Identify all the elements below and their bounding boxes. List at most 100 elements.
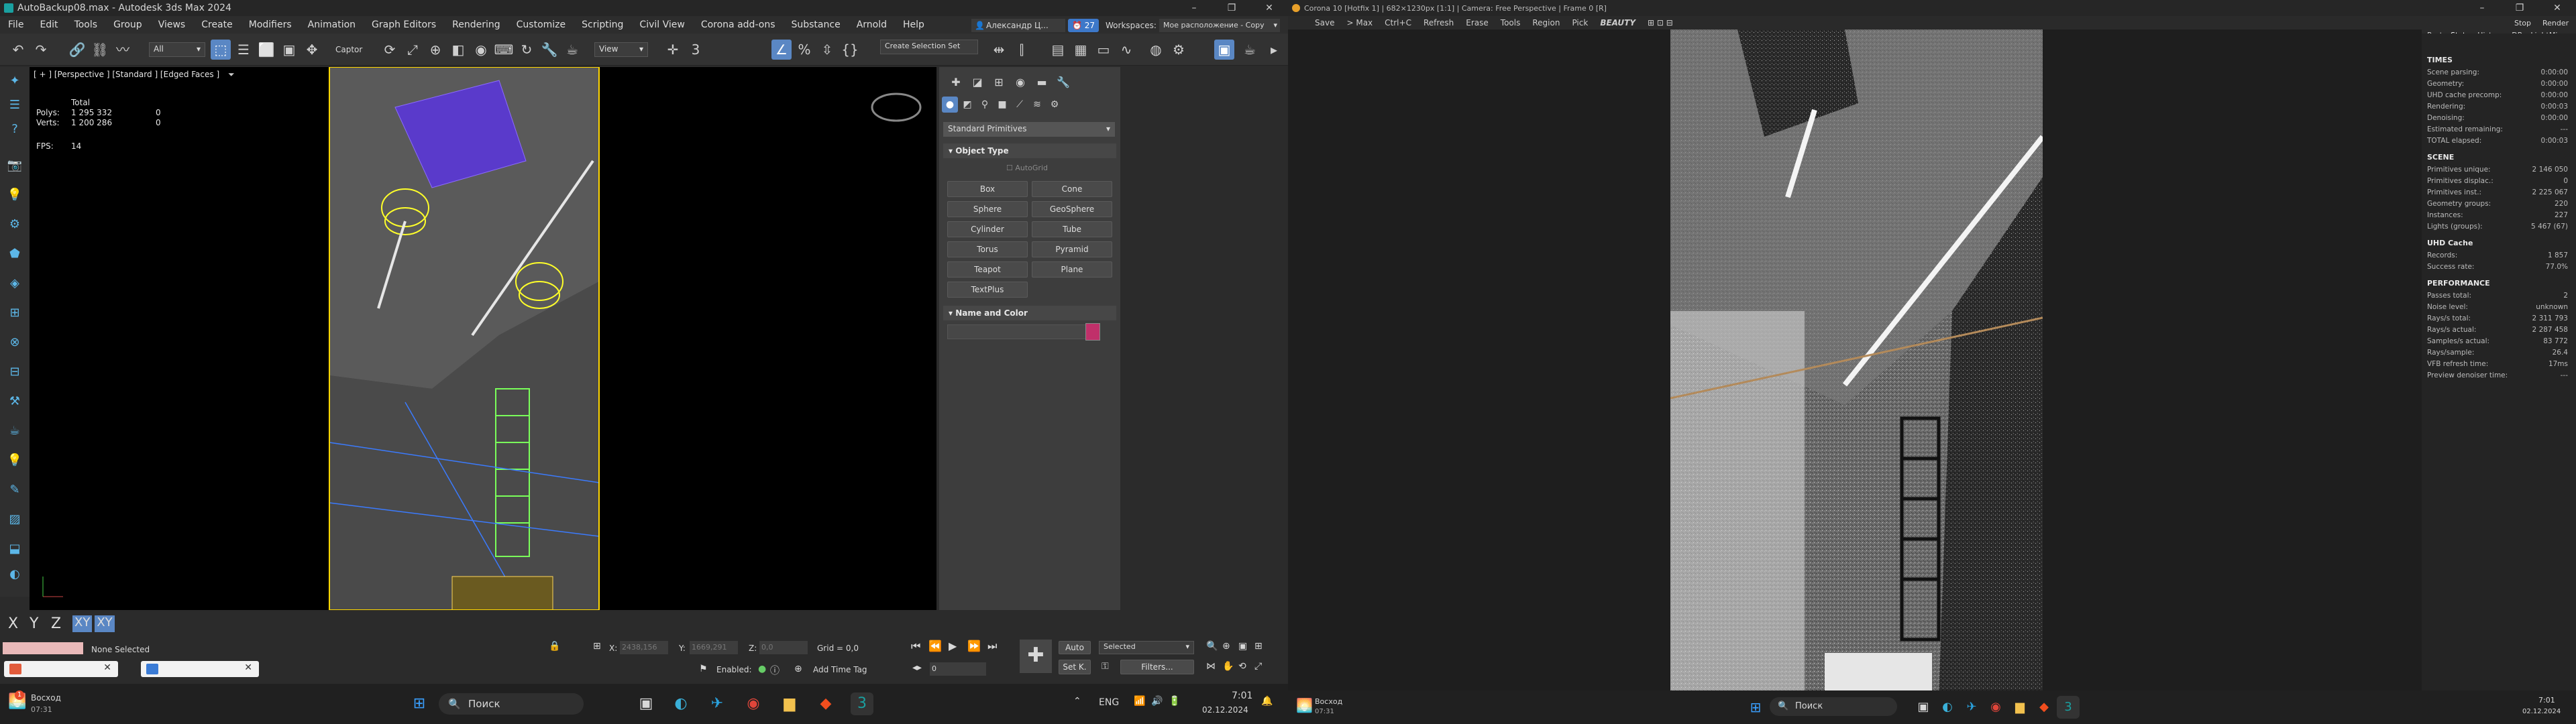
primitive-category-dropdown[interactable]: Standard Primitives ▾ [943,122,1115,137]
menu-corona-addons[interactable]: Corona add-ons [693,19,784,30]
max-taskbar-thumb-2[interactable]: ✕ [141,661,259,677]
start-icon[interactable]: ⊞ [408,692,431,715]
close-button[interactable]: ✕ [1250,0,1288,16]
edge-icon[interactable]: ◐ [669,692,692,715]
weather-icon[interactable]: 🌅 [1296,697,1313,713]
keyboard-shortcut-icon[interactable]: ⌨ [494,40,514,60]
maxscript-listener[interactable] [3,642,83,654]
vfb-pick-button[interactable]: Pick [1572,18,1588,27]
hierarchy-icon[interactable]: ⊞ [5,303,25,323]
taskbar-search[interactable]: 🔍 Поиск [439,693,584,715]
start-icon[interactable]: ⊞ [1744,696,1767,719]
shapes-icon[interactable]: ⬟ [5,244,25,264]
torus-button[interactable]: Torus [947,241,1028,257]
spacewarps-cat-icon[interactable]: ≋ [1029,97,1045,113]
edge-icon[interactable]: ◐ [1936,696,1959,719]
plane-button[interactable]: Plane [1032,261,1112,278]
helpers-cat-icon[interactable]: ⟋ [1012,97,1028,113]
adaptive-degradation-icon[interactable]: ⚑ [699,664,708,674]
paint-icon[interactable]: ▨ [5,509,25,530]
vfb-close-button[interactable]: ✕ [2538,0,2576,16]
cylinder-button[interactable]: Cylinder [947,221,1028,237]
task-view-icon[interactable]: ▣ [635,692,657,715]
auto-key-button[interactable]: Auto [1059,641,1091,654]
language-indicator[interactable]: ENG [1099,697,1119,708]
menu-graph-editors[interactable]: Graph Editors [364,19,444,30]
menu-scripting[interactable]: Scripting [574,19,631,30]
modify-tab-icon[interactable]: ◪ [967,72,987,93]
weather-text[interactable]: Восход [1315,697,1342,706]
modifier-icon[interactable]: ◈ [5,274,25,294]
teapot-icon[interactable]: ☕ [562,40,582,60]
set-key-big-button[interactable]: ✚ [1020,640,1052,673]
zoom-icon[interactable]: 🔍 [1206,641,1218,652]
max-taskbar-thumb-1[interactable]: ✕ [4,661,118,677]
key-icon[interactable]: ⚿ [1102,661,1109,672]
task-view-icon[interactable]: ▣ [1912,696,1935,719]
redo-icon[interactable]: ↷ [31,40,51,60]
sphere-tool-icon[interactable]: ◐ [5,564,25,585]
chrome-icon[interactable]: ◉ [1984,696,2007,719]
lock-icon[interactable]: 🔒 [549,641,560,652]
move-icon[interactable]: ✛ [663,40,683,60]
vfb-copy-button[interactable]: Ctrl+C [1385,18,1411,27]
toolbar-overflow-icon[interactable]: ▸ [1264,40,1284,60]
utilities-tab-icon[interactable]: 🔧 [1053,72,1073,93]
window-crossing-icon[interactable]: ▣ [279,40,299,60]
user-account[interactable]: 👤 Александр Ц... [971,19,1065,32]
geosphere-button[interactable]: GeoSphere [1032,201,1112,217]
refresh-icon[interactable]: ↻ [517,40,537,60]
display-tab-icon[interactable]: ▬ [1032,72,1052,93]
view-dropdown[interactable]: View ▾ [594,42,648,57]
next-frame-icon[interactable]: ⏩ [967,640,981,652]
sphere-button[interactable]: Sphere [947,201,1028,217]
prev-frame-icon[interactable]: ⏪ [928,640,942,652]
battery-icon[interactable]: 🔋 [1169,696,1180,707]
vfb-tools-button[interactable]: Tools [1501,18,1521,27]
tray-chevron-icon[interactable]: ⌃ [1073,696,1081,707]
render-frame-icon[interactable]: ▣ [1214,40,1234,60]
menu-help[interactable]: Help [895,19,932,30]
axis-z-button[interactable]: Z [51,615,70,632]
3dsmax-icon[interactable]: 3 [851,692,873,715]
enabled-toggle-icon[interactable]: ● [758,664,766,674]
goto-start-icon[interactable]: ⏮ [911,640,920,653]
ref-coord-icon[interactable]: ◧ [448,40,468,60]
selection-set-dropdown[interactable]: Create Selection Set [880,40,978,54]
taskbar-search[interactable]: 🔍 Поиск [1770,697,1897,716]
notification-badge[interactable]: ⏰ 27 [1068,19,1099,32]
scene-list-icon[interactable]: ☰ [5,95,25,115]
cone-button[interactable]: Cone [1032,181,1112,197]
maximize-viewport-icon[interactable]: ⤢ [1254,661,1262,672]
wifi-icon[interactable]: 📶 [1134,696,1145,707]
selection-filter-dropdown[interactable]: All ▾ [149,42,205,57]
vfb-element-select[interactable]: BEAUTY [1600,18,1635,27]
menu-create[interactable]: Create [193,19,241,30]
clock-time[interactable]: 7:01 [2538,696,2555,705]
viewport-perspective[interactable] [30,66,936,611]
vfb-zoom-icon[interactable]: ⊞ ⊡ ⊟ [1648,18,1673,27]
y-coord-field[interactable]: 1669,291 [690,641,738,654]
figma-icon[interactable]: ◆ [2033,696,2055,719]
render-setup-icon[interactable]: 🔧 [539,40,559,60]
goto-end-icon[interactable]: ⏭ [987,640,997,653]
weather-text[interactable]: Восход [31,693,61,703]
menu-arnold[interactable]: Arnold [849,19,895,30]
select-object-icon[interactable]: ⬚ [211,40,231,60]
mirror-icon[interactable]: ⇹ [989,40,1009,60]
select-by-name-icon[interactable]: ☰ [233,40,254,60]
vfb-to-max-button[interactable]: > Max [1346,18,1373,27]
undo-icon[interactable]: ↶ [8,40,28,60]
select-move-icon[interactable]: ✥ [302,40,322,60]
select-scale-icon[interactable]: ⤢ [402,40,423,60]
vfb-save-button[interactable]: Save [1315,18,1334,27]
volume-icon[interactable]: 🔊 [1151,696,1163,707]
viewport-label[interactable]: [ + ] [Perspective ] [Standard ] [Edged … [34,70,219,79]
align-icon[interactable]: ⫿ [1012,40,1032,60]
gear-icon[interactable]: ⚙ [5,215,25,235]
clock-date[interactable]: 02.12.2024 [2522,708,2561,715]
unlink-icon[interactable]: ⛓ [90,40,110,60]
pyramid-button[interactable]: Pyramid [1032,241,1112,257]
palette-icon[interactable]: ⬓ [5,539,25,559]
info-icon[interactable]: ⓘ [770,664,780,677]
